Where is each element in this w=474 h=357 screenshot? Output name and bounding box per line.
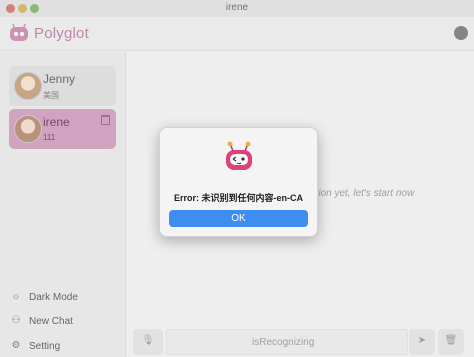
polyglot-mascot-icon bbox=[226, 141, 252, 170]
ok-button[interactable]: OK bbox=[169, 210, 308, 227]
error-message: Error: 未识别到任何内容-en-CA bbox=[173, 193, 303, 203]
error-dialog: Error: 未识别到任何内容-en-CA OK bbox=[159, 127, 318, 237]
